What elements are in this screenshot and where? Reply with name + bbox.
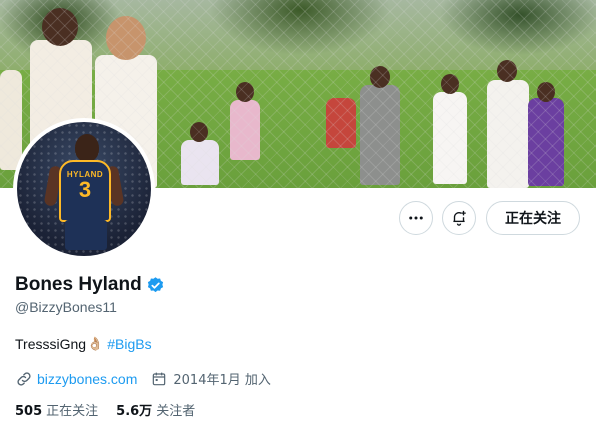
avatar-shorts	[65, 220, 107, 250]
bio-hashtag-link[interactable]: #BigBs	[107, 336, 151, 352]
following-label: 正在关注	[46, 404, 99, 419]
profile-bio: TresssiGng 👌🏼 #BigBs	[15, 336, 152, 352]
followers-stat[interactable]: 5.6万 关注者	[116, 400, 195, 419]
profile-handle: @BizzyBones11	[15, 299, 117, 315]
more-button[interactable]	[399, 201, 433, 235]
following-stat[interactable]: 505 正在关注	[15, 400, 98, 419]
bell-plus-icon	[453, 210, 466, 226]
jersey-number: 3	[78, 177, 92, 202]
profile-stats: 505 正在关注 5.6万 关注者	[15, 400, 195, 419]
profile-name-row: Bones Hyland	[15, 274, 165, 296]
followers-label: 关注者	[156, 404, 196, 419]
more-horizontal-icon	[409, 216, 423, 220]
notify-button[interactable]	[442, 201, 476, 235]
avatar-jersey: HYLAND 3	[59, 160, 111, 222]
avatar-player-head	[75, 134, 99, 162]
verified-badge-icon[interactable]	[146, 276, 165, 295]
bio-text: TresssiGng	[15, 336, 87, 352]
following-count: 505	[15, 404, 43, 419]
website-link[interactable]: bizzybones.com	[37, 371, 137, 387]
avatar[interactable]: HYLAND 3	[17, 122, 151, 256]
calendar-icon	[153, 372, 166, 385]
followers-count: 5.6万	[116, 404, 153, 419]
following-button[interactable]: 正在关注	[486, 201, 580, 235]
joined-date: 2014年1月 加入	[151, 369, 271, 388]
joined-label: 2014年1月 加入	[173, 373, 271, 388]
ok-hand-icon: 👌🏼	[87, 336, 104, 352]
profile-meta: bizzybones.com 2014年1月 加入	[15, 369, 271, 388]
link-icon	[17, 371, 31, 386]
display-name: Bones Hyland	[15, 274, 142, 295]
